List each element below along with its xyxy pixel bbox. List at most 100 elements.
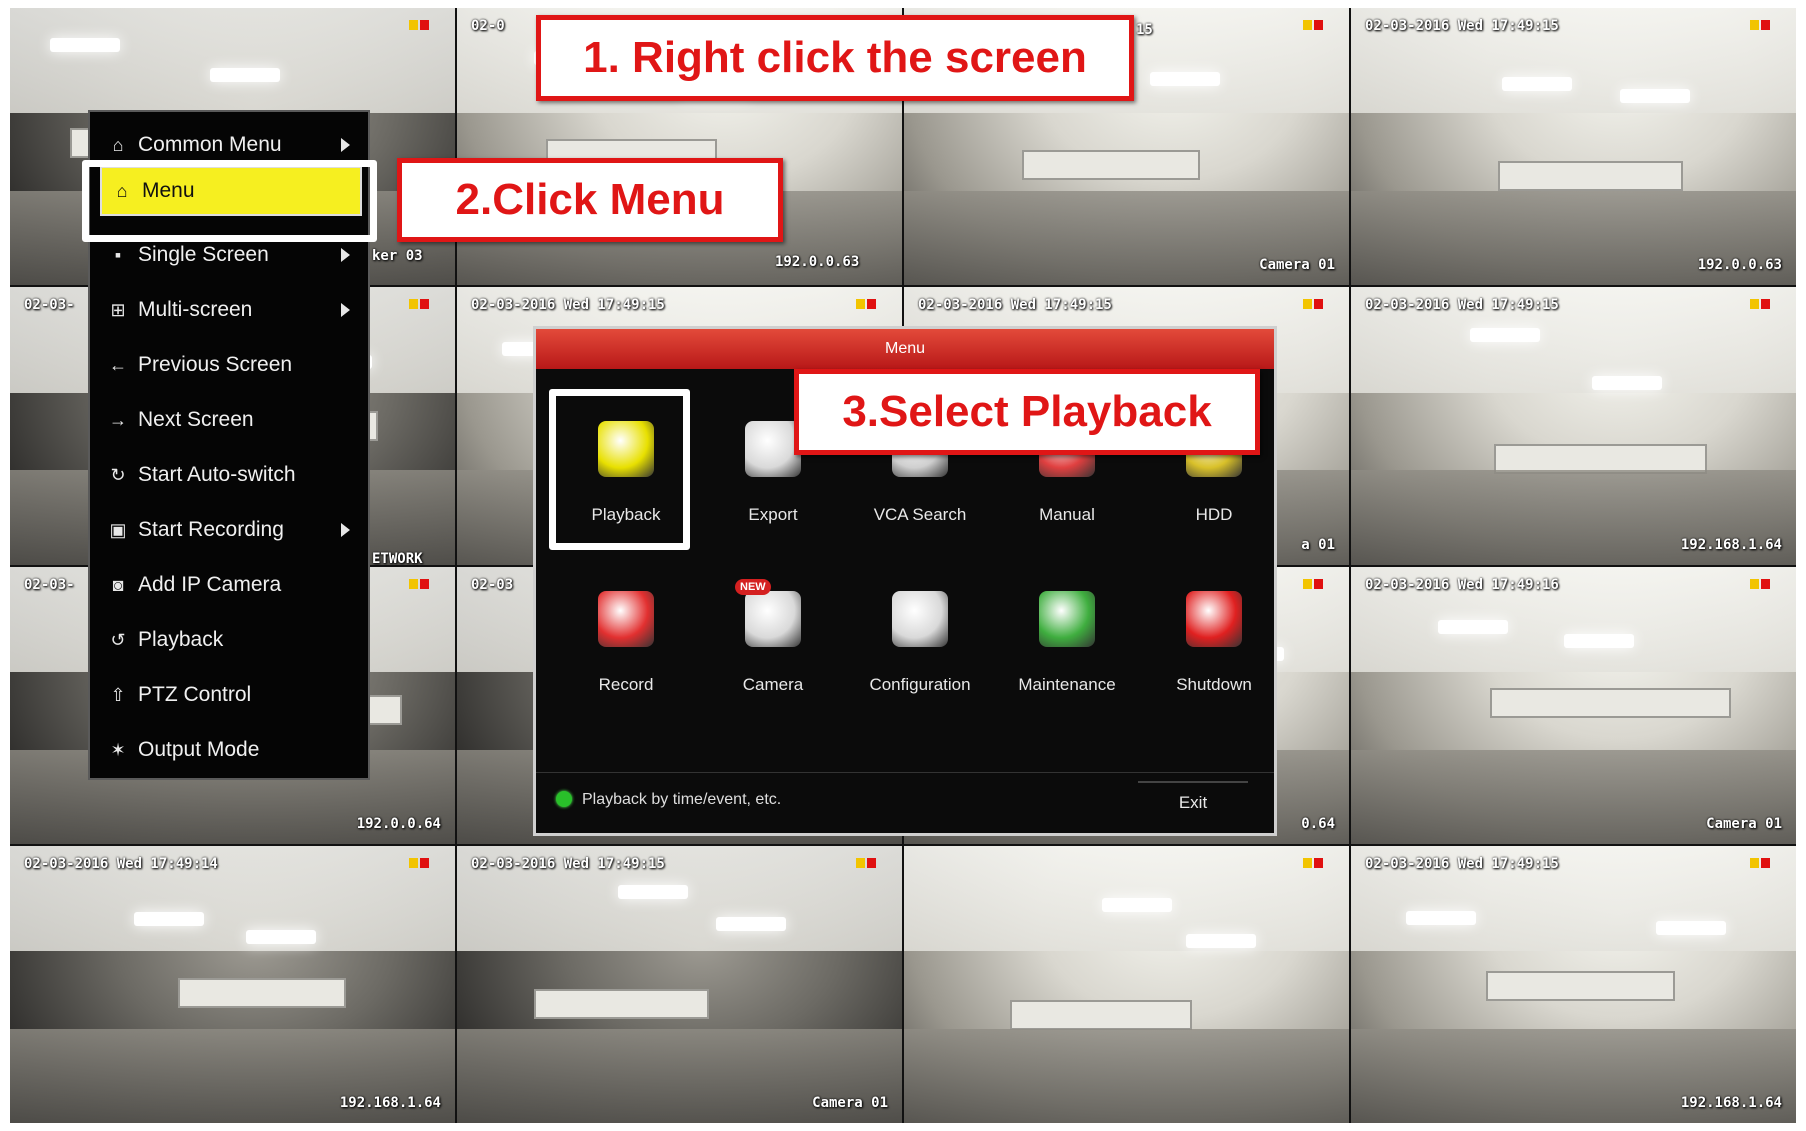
camera-timestamp: 02-03-2016 Wed 17:49:16	[1365, 576, 1559, 593]
step3-annotation: 3.Select Playback	[794, 369, 1260, 455]
camera-label: a 01	[1301, 536, 1335, 553]
context-menu-item-label: Playback	[138, 628, 224, 651]
context-menu-item[interactable]: ⇧ PTZ Control	[98, 670, 360, 720]
recording-status-icon	[409, 857, 429, 868]
camera-partial-label: 15	[1136, 22, 1153, 38]
submenu-arrow-icon	[341, 523, 350, 537]
multi-screen-icon: ⊞	[110, 299, 126, 320]
context-menu-item-label: Add IP Camera	[138, 573, 282, 596]
recording-status-icon	[1303, 299, 1323, 310]
context-menu-item-label: Single Screen	[138, 243, 269, 266]
camera-label: 192.168.1.64	[1680, 536, 1782, 553]
context-menu-item-label: Multi-screen	[138, 298, 253, 321]
menu-tile-label: Record	[598, 675, 654, 694]
single-screen-icon: ▪	[114, 244, 122, 265]
step1-annotation: 1. Right click the screen	[536, 15, 1134, 101]
submenu-arrow-icon	[341, 303, 350, 317]
menu-tile-label: Export	[748, 505, 798, 524]
camera-tile[interactable]: 02-03-2016 Wed 17:49:15 192.0.0.63	[1351, 8, 1796, 286]
recording-status-icon	[856, 299, 876, 310]
new-badge: NEW	[735, 579, 771, 595]
recording-status-icon	[856, 857, 876, 868]
camera-timestamp: 02-03-2016 Wed 17:49:15	[1365, 297, 1559, 314]
camera-timestamp: 02-03-2016 Wed 17:49:15	[1365, 855, 1559, 872]
context-menu-item-label: Next Screen	[138, 408, 254, 431]
camera-partial-label: 192.0.0.63	[775, 254, 860, 270]
camera-tile[interactable]: 02-03-2016 Wed 17:49:15 Camera 01	[457, 845, 902, 1123]
menu-tile[interactable]: Maintenance	[995, 565, 1139, 715]
camera-timestamp: 02-03-2016 Wed 17:49:15	[918, 297, 1112, 314]
context-menu-item-label: PTZ Control	[138, 683, 252, 706]
exit-button[interactable]: Exit	[1138, 781, 1248, 823]
camera-tile[interactable]: 02-03-2016 Wed 17:49:15 192.168.1.64	[1351, 287, 1796, 565]
dialog-title: Menu	[536, 329, 1274, 369]
recording-status-icon	[1303, 20, 1323, 30]
camera-tile[interactable]: 02-03-2016 Wed 17:49:15 192.168.1.64	[1351, 845, 1796, 1123]
context-menu-item[interactable]: ← Previous Screen	[98, 340, 360, 390]
menu-tile[interactable]: Configuration	[848, 565, 992, 715]
menu-tile-label: Camera	[742, 675, 804, 694]
dialog-status-text: Playback by time/event, etc.	[582, 791, 782, 808]
menu-tile[interactable]: NEW Camera	[701, 565, 845, 715]
context-menu-item[interactable]: ◙ Add IP Camera	[98, 560, 360, 610]
context-menu-item[interactable]: → Next Screen	[98, 395, 360, 445]
camera-label: 192.0.0.64	[356, 815, 441, 832]
camera-timestamp: 02-03-	[24, 297, 75, 314]
arrow-left-icon: ←	[109, 354, 127, 375]
arrow-right-icon: →	[109, 409, 127, 430]
camera-icon: ◙	[112, 574, 124, 595]
menu-tile[interactable]: Record	[554, 565, 698, 715]
camera-label: 192.168.1.64	[339, 1095, 441, 1111]
menu-tile-label: HDD	[1195, 505, 1233, 524]
context-menu-item-label: Start Auto-switch	[138, 463, 296, 486]
camera-tile[interactable]: 02-03-2016 Wed 17:49:16 Camera 01	[1351, 566, 1796, 844]
output-icon: ✶	[110, 739, 126, 760]
camera-label: 192.168.1.64	[1680, 1095, 1782, 1111]
camera-label: 0.64	[1301, 815, 1335, 832]
camera-partial-label: ker 03	[372, 248, 423, 264]
recording-status-icon	[1303, 578, 1323, 589]
camera-label: Camera 01	[812, 1095, 888, 1111]
maintenance-icon	[1039, 591, 1095, 647]
menu-tile-label: Manual	[1039, 505, 1095, 524]
camera-timestamp: 02-03	[471, 576, 514, 593]
menu-tile-label: Configuration	[869, 675, 971, 694]
refresh-icon: ↻	[110, 464, 126, 485]
recording-status-icon	[1303, 857, 1323, 868]
context-menu-item-label: Common Menu	[138, 133, 282, 156]
status-indicator-icon	[556, 791, 572, 807]
camera-label: 192.0.0.63	[1697, 257, 1782, 274]
step2-annotation: 2.Click Menu	[397, 158, 783, 242]
menu-tile-label: Maintenance	[1018, 675, 1116, 694]
home-icon: ⌂	[112, 134, 124, 155]
context-menu-item-label: Previous Screen	[138, 353, 293, 376]
context-menu-item-label: Output Mode	[138, 738, 260, 761]
menu-tile[interactable]: Shutdown	[1142, 565, 1286, 715]
dialog-footer: Playback by time/event, etc. Exit	[536, 772, 1274, 833]
context-menu-item[interactable]: ↺ Playback	[98, 615, 360, 665]
nvr-screen[interactable]: 02-0 Camera 01 02-03-2016 Wed 17:49:15 192.…	[0, 0, 1806, 1131]
playback-icon: ↺	[110, 629, 126, 650]
context-menu-item[interactable]: ⊞ Multi-screen	[98, 285, 360, 335]
camera-tile[interactable]: 02-03-2016 Wed 17:49:14 192.168.1.64	[10, 845, 455, 1123]
context-menu-item[interactable]: ▣ Start Recording	[98, 505, 360, 555]
context-menu-item[interactable]: ↻ Start Auto-switch	[98, 450, 360, 500]
recording-status-icon	[1750, 857, 1770, 868]
export-icon	[745, 421, 801, 477]
camera-icon	[745, 591, 801, 647]
menu-tile-label: Shutdown	[1176, 675, 1252, 694]
ptz-icon: ⇧	[110, 684, 126, 705]
context-menu-item[interactable]: ✶ Output Mode	[98, 725, 360, 775]
configuration-icon	[892, 591, 948, 647]
playback-tile-highlight	[549, 389, 690, 550]
recording-status-icon	[409, 20, 429, 30]
camera-partial-label: ETWORK	[372, 551, 423, 567]
recording-status-icon	[409, 299, 429, 310]
camera-timestamp: 02-03-2016 Wed 17:49:15	[471, 855, 665, 872]
record-icon	[598, 591, 654, 647]
camera-tile[interactable]	[904, 845, 1349, 1123]
recording-status-icon	[1750, 20, 1770, 30]
camera-timestamp: 02-03-2016 Wed 17:49:15	[1365, 18, 1559, 34]
camera-timestamp: 02-03-	[24, 576, 75, 593]
submenu-arrow-icon	[341, 248, 350, 262]
